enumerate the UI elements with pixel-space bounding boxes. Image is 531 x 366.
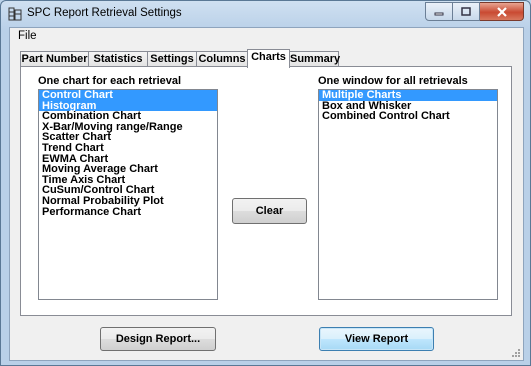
charts-tab-panel: One chart for each retrieval Control Cha… bbox=[20, 66, 512, 316]
app-window: SPC Report Retrieval Settings File Part … bbox=[0, 0, 531, 366]
tab-summary[interactable]: Summary bbox=[289, 51, 340, 67]
each-retrieval-listbox[interactable]: Control Chart Histogram Combination Char… bbox=[38, 89, 218, 300]
list-item[interactable]: Trend Chart bbox=[39, 143, 217, 154]
tab-statistics[interactable]: Statistics bbox=[88, 51, 148, 67]
app-icon bbox=[8, 7, 22, 21]
menu-bar: File bbox=[10, 28, 523, 46]
close-button[interactable] bbox=[480, 2, 524, 21]
resize-grip-icon[interactable] bbox=[511, 348, 521, 358]
list-item[interactable]: Performance Chart bbox=[39, 206, 217, 218]
list-item[interactable]: Multiple Charts bbox=[319, 90, 497, 101]
list-item[interactable]: Normal Probability Plot bbox=[39, 196, 217, 207]
tab-settings[interactable]: Settings bbox=[147, 51, 197, 67]
minimize-icon bbox=[434, 12, 444, 15]
maximize-button[interactable] bbox=[453, 2, 480, 21]
client-area: File Part Number Statistics Settings Col… bbox=[9, 27, 524, 361]
close-icon bbox=[496, 6, 507, 17]
view-report-button[interactable]: View Report bbox=[319, 327, 434, 351]
maximize-icon bbox=[461, 7, 471, 16]
all-retrievals-listbox[interactable]: Multiple Charts Box and Whisker Combined… bbox=[318, 89, 498, 300]
menu-file[interactable]: File bbox=[14, 30, 41, 42]
design-report-button[interactable]: Design Report... bbox=[100, 327, 216, 351]
minimize-button[interactable] bbox=[425, 2, 453, 21]
list-item[interactable]: Control Chart bbox=[39, 90, 217, 101]
tab-columns[interactable]: Columns bbox=[196, 51, 248, 67]
tab-part-number[interactable]: Part Number bbox=[20, 51, 89, 67]
caption-buttons bbox=[425, 2, 524, 21]
all-retrievals-label: One window for all retrievals bbox=[318, 75, 468, 87]
title-bar[interactable]: SPC Report Retrieval Settings bbox=[1, 1, 530, 27]
tab-charts[interactable]: Charts bbox=[247, 49, 290, 68]
each-retrieval-label: One chart for each retrieval bbox=[38, 75, 182, 87]
window-title: SPC Report Retrieval Settings bbox=[27, 7, 182, 19]
list-item[interactable]: Combined Control Chart bbox=[319, 111, 497, 122]
clear-button[interactable]: Clear bbox=[232, 198, 307, 224]
